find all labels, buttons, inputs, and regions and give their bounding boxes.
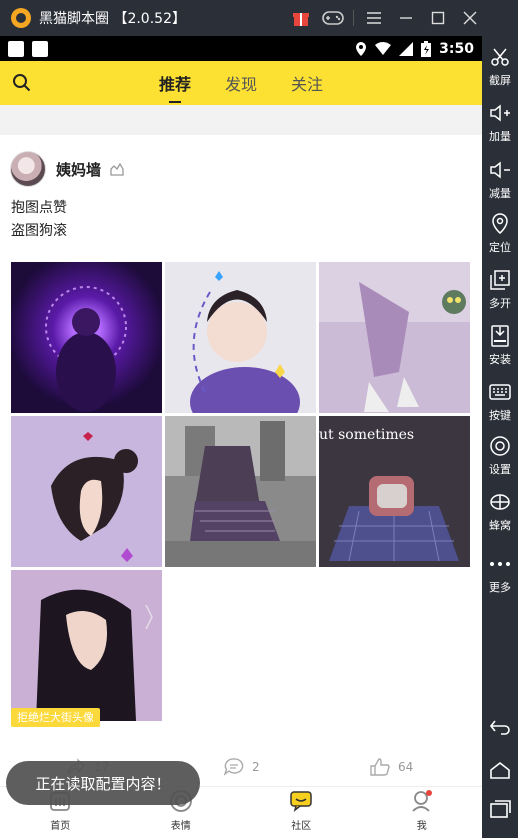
- tab-following[interactable]: 关注: [291, 71, 323, 95]
- notification-icon: [8, 40, 24, 57]
- scissors-icon: [488, 45, 512, 69]
- bottom-nav-profile[interactable]: 我: [362, 787, 483, 838]
- status-time: 3:50: [439, 40, 474, 57]
- minimize-icon[interactable]: [390, 0, 422, 36]
- sidebar-item-screenshot[interactable]: 截屏: [482, 45, 518, 88]
- profile-icon: [410, 789, 434, 813]
- location-status-icon: [356, 41, 367, 56]
- more-icon: [488, 552, 512, 576]
- post-image[interactable]: [165, 416, 316, 567]
- sidebar-item-label: 多开: [489, 297, 511, 310]
- top-nav: 推荐 发现 关注: [0, 61, 482, 105]
- sidebar-item-label: 截屏: [489, 74, 511, 87]
- sidebar-item-label: 设置: [489, 463, 511, 476]
- bottom-nav-community[interactable]: 社区: [241, 787, 362, 838]
- gamepad-icon[interactable]: [317, 0, 349, 36]
- signal-icon: [399, 41, 414, 56]
- bottom-nav-label: 首页: [50, 821, 71, 832]
- emulator-sidebar: 截屏 加量 减量 定位 多开 安装 按键 设置 蜂窝 更多: [482, 0, 518, 838]
- sidebar-item-volume-down[interactable]: 减量: [482, 158, 518, 201]
- post-image[interactable]: [11, 262, 162, 413]
- toast-text: 正在读取配置内容！: [35, 774, 171, 793]
- sidebar-item-volume-up[interactable]: 加量: [482, 101, 518, 144]
- app-logo-icon: [11, 8, 31, 28]
- maximize-icon[interactable]: [422, 0, 454, 36]
- menu-icon[interactable]: [358, 0, 390, 36]
- recents-icon: [488, 797, 512, 821]
- home-outline-icon: [488, 758, 512, 782]
- thumbs-up-icon: [370, 758, 390, 776]
- search-icon[interactable]: [12, 73, 32, 97]
- phone-screen: 3:50 推荐 发现 关注 姨妈墙 抱图点赞 盗图狗滚 ut sometimes…: [0, 36, 482, 838]
- hive-icon: [488, 490, 512, 514]
- post-text-line: 盗图狗滚: [11, 223, 67, 239]
- keyboard-icon: [488, 380, 512, 404]
- sidebar-item-keymap[interactable]: 按键: [482, 380, 518, 423]
- feed-divider: [0, 127, 482, 135]
- like-button[interactable]: 64: [370, 758, 413, 776]
- wifi-icon: [375, 41, 392, 55]
- back-button[interactable]: [482, 715, 518, 742]
- community-icon: [289, 789, 313, 813]
- titlebar-divider: [353, 10, 354, 26]
- post-text-line: 抱图点赞: [11, 200, 67, 216]
- recents-button[interactable]: [482, 797, 518, 824]
- multi-open-icon: [488, 268, 512, 292]
- sidebar-item-label: 定位: [489, 241, 511, 254]
- battery-icon: [421, 40, 432, 57]
- post-card: 姨妈墙 抱图点赞 盗图狗滚 ut sometimes 拒绝烂大街头像 2 64: [0, 127, 482, 838]
- sidebar-item-label: 更多: [489, 581, 511, 594]
- window-title: 黑猫脚本圈 【2.0.52】: [39, 11, 186, 27]
- post-image[interactable]: [11, 570, 162, 721]
- volume-down-icon: [488, 158, 512, 182]
- emulator-titlebar: 黑猫脚本圈 【2.0.52】: [0, 0, 518, 36]
- sidebar-item-label: 蜂窝: [489, 519, 511, 532]
- toast-message: 正在读取配置内容！: [6, 761, 200, 805]
- comment-count: 2: [252, 760, 260, 774]
- sidebar-item-multi-open[interactable]: 多开: [482, 268, 518, 311]
- home-button[interactable]: [482, 758, 518, 785]
- sidebar-item-label: 安装: [489, 353, 511, 366]
- tab-recommended[interactable]: 推荐: [159, 71, 191, 103]
- location-icon: [488, 212, 512, 236]
- sidebar-item-settings[interactable]: 设置: [482, 434, 518, 477]
- like-count: 64: [398, 760, 414, 774]
- back-arrow-icon: [488, 715, 512, 739]
- volume-up-icon: [488, 101, 512, 125]
- sidebar-item-more[interactable]: 更多: [482, 552, 518, 595]
- bottom-nav-label: 我: [416, 821, 427, 832]
- sidebar-item-location[interactable]: 定位: [482, 212, 518, 255]
- gift-icon[interactable]: [285, 0, 317, 36]
- author-name[interactable]: 姨妈墙: [56, 159, 101, 180]
- bottom-nav-label: 社区: [291, 821, 312, 832]
- sidebar-item-label: 减量: [489, 187, 511, 200]
- tab-discover[interactable]: 发现: [225, 71, 257, 95]
- bottom-nav-label: 表情: [170, 821, 191, 832]
- notification-icon: [32, 40, 48, 57]
- post-image[interactable]: [165, 262, 316, 413]
- post-tag[interactable]: 拒绝烂大街头像: [11, 708, 100, 727]
- gear-icon: [488, 434, 512, 458]
- post-image[interactable]: ut sometimes: [319, 416, 470, 567]
- android-status-bar: 3:50: [0, 36, 482, 61]
- post-text: 抱图点赞 盗图狗滚: [0, 189, 482, 243]
- post-author[interactable]: 姨妈墙: [0, 135, 482, 189]
- post-image[interactable]: [319, 262, 470, 413]
- comment-button[interactable]: 2: [224, 758, 260, 776]
- avatar[interactable]: [10, 151, 46, 187]
- sidebar-item-install[interactable]: 安装: [482, 324, 518, 367]
- post-image[interactable]: [11, 416, 162, 567]
- comment-icon: [224, 758, 244, 776]
- sidebar-item-hive[interactable]: 蜂窝: [482, 490, 518, 533]
- sidebar-item-label: 加量: [489, 130, 511, 143]
- apk-install-icon: [488, 324, 512, 348]
- level-badge-icon: [110, 162, 124, 176]
- image-overlay-text: ut sometimes: [319, 427, 415, 443]
- sidebar-item-label: 按键: [489, 409, 511, 422]
